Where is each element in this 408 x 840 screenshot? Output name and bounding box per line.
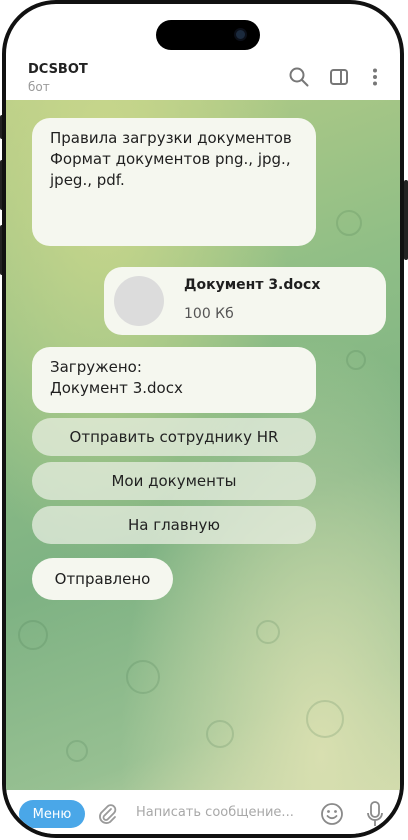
emoji-icon[interactable] bbox=[320, 802, 344, 826]
background-doodle bbox=[256, 620, 280, 644]
background-doodle bbox=[66, 740, 88, 762]
document-name: Документ 3.docx bbox=[184, 277, 321, 293]
chat-area[interactable]: Правила загрузки документов Формат докум… bbox=[6, 100, 400, 790]
message-text-line: jpeg., pdf. bbox=[50, 171, 125, 189]
document-thumbnail[interactable] bbox=[114, 276, 164, 326]
background-doodle bbox=[206, 720, 234, 748]
message-input[interactable]: Написать сообщение... bbox=[136, 805, 294, 820]
message-text-line: Документ 3.docx bbox=[50, 379, 183, 397]
bot-message-sent: Отправлено bbox=[32, 558, 173, 600]
paperclip-icon[interactable] bbox=[96, 802, 118, 826]
send-to-hr-button[interactable]: Отправить сотруднику HR bbox=[32, 418, 316, 456]
phone-frame: DCSBOT бот Правила загрузки документов Ф… bbox=[2, 0, 404, 838]
bot-message-uploaded: Загружено: Документ 3.docx bbox=[32, 347, 316, 413]
message-input-bar: Меню Написать сообщение... bbox=[6, 790, 400, 834]
background-doodle bbox=[18, 620, 48, 650]
chat-subtitle: бот bbox=[28, 80, 50, 94]
menu-button[interactable]: Меню bbox=[19, 800, 85, 828]
message-text-line: Загружено: bbox=[50, 358, 142, 376]
document-size: 100 Кб bbox=[184, 306, 234, 322]
background-doodle bbox=[126, 660, 160, 694]
document-message[interactable]: Документ 3.docx 100 Кб bbox=[104, 267, 386, 335]
my-documents-button[interactable]: Мои документы bbox=[32, 462, 316, 500]
message-text-line: Правила загрузки документов bbox=[50, 129, 292, 147]
home-button[interactable]: На главную bbox=[32, 506, 316, 544]
microphone-icon[interactable] bbox=[366, 800, 384, 828]
more-vertical-icon[interactable] bbox=[364, 66, 386, 88]
background-doodle bbox=[336, 210, 362, 236]
sidebar-panel-icon[interactable] bbox=[328, 66, 350, 88]
message-text-line: Формат документов png., jpg., bbox=[50, 150, 291, 168]
background-doodle bbox=[346, 350, 366, 370]
dynamic-island bbox=[156, 20, 260, 50]
background-doodle bbox=[306, 700, 344, 738]
search-icon[interactable] bbox=[288, 66, 310, 88]
camera-icon bbox=[234, 28, 247, 41]
phone-power-button bbox=[404, 180, 408, 260]
chat-title[interactable]: DCSBOT bbox=[28, 62, 88, 77]
bot-message-rules: Правила загрузки документов Формат докум… bbox=[32, 118, 316, 246]
chat-header: DCSBOT бот bbox=[6, 54, 400, 100]
